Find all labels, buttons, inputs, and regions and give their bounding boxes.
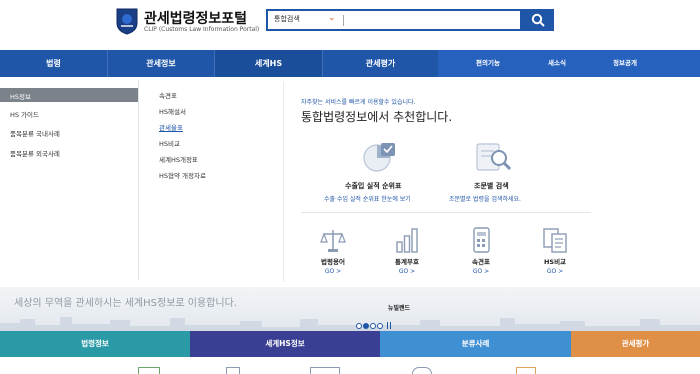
nav-item-laws[interactable]: 법령 (0, 50, 107, 77)
tab-customs-valuation[interactable]: 관세평가 (571, 331, 700, 357)
sub-item-hs-convention-revision[interactable]: HS협약 개정자료 (159, 170, 206, 180)
tab-classification-cases[interactable]: 분류사례 (380, 331, 571, 357)
sub-item-hs-compare[interactable]: HS비교 (159, 138, 180, 148)
content-icon (138, 367, 160, 374)
nav-item-world-hs[interactable]: 세계HS (215, 50, 322, 77)
slide-dot-active[interactable] (363, 322, 369, 329)
document-search-icon[interactable] (474, 140, 514, 178)
site-subtitle: CLIP (Customs Law Information Portal) (144, 26, 260, 33)
nav-convenience[interactable]: 편의기능 (476, 50, 500, 77)
content-icon (310, 367, 340, 374)
recommend-title: 통합법령정보에서 추천합니다. (301, 110, 453, 124)
calculator-icon (473, 227, 490, 253)
side-item-hs-info[interactable]: HS정보 (0, 88, 138, 102)
content-icon (516, 367, 536, 374)
search-button[interactable] (522, 9, 554, 31)
go-link[interactable]: GO > (382, 268, 432, 275)
sub-item-world-hs-revision[interactable]: 세계HS개정표 (159, 154, 198, 164)
nav-news[interactable]: 새소식 (548, 50, 566, 77)
quick-link-legal-terms[interactable]: 법령용어 GO > (308, 226, 358, 275)
chevron-down-icon[interactable]: ⌄ (328, 13, 336, 23)
tab-content-area (0, 357, 700, 374)
tab-law-info[interactable]: 법령정보 (0, 331, 190, 357)
recommend-note: 자주찾는 서비스를 빠르게 이용할수 있습니다. (301, 99, 416, 106)
pie-chart-icon[interactable] (361, 140, 397, 178)
divider (301, 212, 591, 213)
content-icon (412, 367, 432, 374)
sub-item-hs-explanatory[interactable]: HS해설서 (159, 106, 186, 116)
slide-dot[interactable] (377, 322, 383, 329)
search-box: 통합검색 ⌄ (266, 9, 522, 31)
slide-dot[interactable] (370, 322, 376, 329)
sub-item-quick-table[interactable]: 속견표 (159, 90, 177, 100)
skyline-illustration (0, 317, 700, 331)
search-icon (531, 13, 545, 27)
feature-desc-article-search: 조문별로 법령을 검색하세요. (449, 196, 521, 203)
news-label[interactable]: 뉴빌랜드 (388, 303, 410, 312)
go-link[interactable]: GO > (456, 268, 506, 275)
pause-icon[interactable] (387, 322, 391, 329)
side-item-hs-guide[interactable]: HS 가이드 (10, 109, 39, 119)
side-item-label: HS정보 (10, 93, 31, 101)
nav-item-customs-info[interactable]: 관세정보 (108, 50, 214, 77)
nav-info-disclosure[interactable]: 정보공개 (613, 50, 637, 77)
sub-item-tariff-schedule[interactable]: 관세율표 (159, 122, 183, 132)
side-item-domestic-cases[interactable]: 품목분류 국내사례 (10, 128, 60, 138)
bar-chart-icon (396, 228, 418, 253)
side-item-foreign-cases[interactable]: 품목분류 외국사례 (10, 148, 60, 158)
feature-title-article-search[interactable]: 조문별 검색 (474, 181, 509, 191)
slide-dot[interactable] (356, 322, 362, 329)
quick-link-label: HS비교 (543, 258, 567, 266)
main-nav: 법령 관세정보 세계HS 관세평가 편의기능 새소식 정보공개 (0, 50, 700, 77)
banner-text: 세상의 무역을 관세하시는 세계HS정보로 이용합니다. (14, 298, 237, 309)
main-banner: 세상의 무역을 관세하시는 세계HS정보로 이용합니다. (0, 287, 700, 331)
quick-link-label: 속견표 (472, 258, 490, 266)
content-icon (226, 367, 240, 374)
divider (343, 15, 344, 26)
header: 관세법령정보포털 CLIP (Customs Law Information P… (0, 0, 700, 50)
customs-emblem-icon[interactable] (115, 7, 139, 35)
divider (138, 80, 139, 280)
quick-link-stat-codes[interactable]: 통계부호 GO > (382, 226, 432, 275)
go-link[interactable]: GO > (530, 268, 580, 275)
quick-link-label: 법령용어 (321, 258, 345, 266)
site-title[interactable]: 관세법령정보포털 (144, 8, 247, 28)
quick-link-hs-compare[interactable]: HS비교 GO > (530, 226, 580, 275)
scale-icon (320, 230, 346, 252)
tab-world-hs-info[interactable]: 세계HS정보 (190, 331, 380, 357)
compare-docs-icon (543, 228, 567, 253)
search-scope-select[interactable]: 통합검색 (274, 14, 300, 24)
quick-link-quick-table[interactable]: 속견표 GO > (456, 226, 506, 275)
utility-nav: 편의기능 새소식 정보공개 (438, 50, 700, 77)
go-link[interactable]: GO > (308, 268, 358, 275)
quick-link-label: 통계부호 (395, 258, 419, 266)
nav-item-customs-valuation[interactable]: 관세평가 (323, 50, 438, 77)
feature-desc-export-ranking: 수출·수입 실적 순위표 한눈에 보기 (324, 196, 411, 203)
divider (283, 82, 284, 282)
feature-title-export-ranking[interactable]: 수출입 실적 순위표 (345, 181, 401, 191)
